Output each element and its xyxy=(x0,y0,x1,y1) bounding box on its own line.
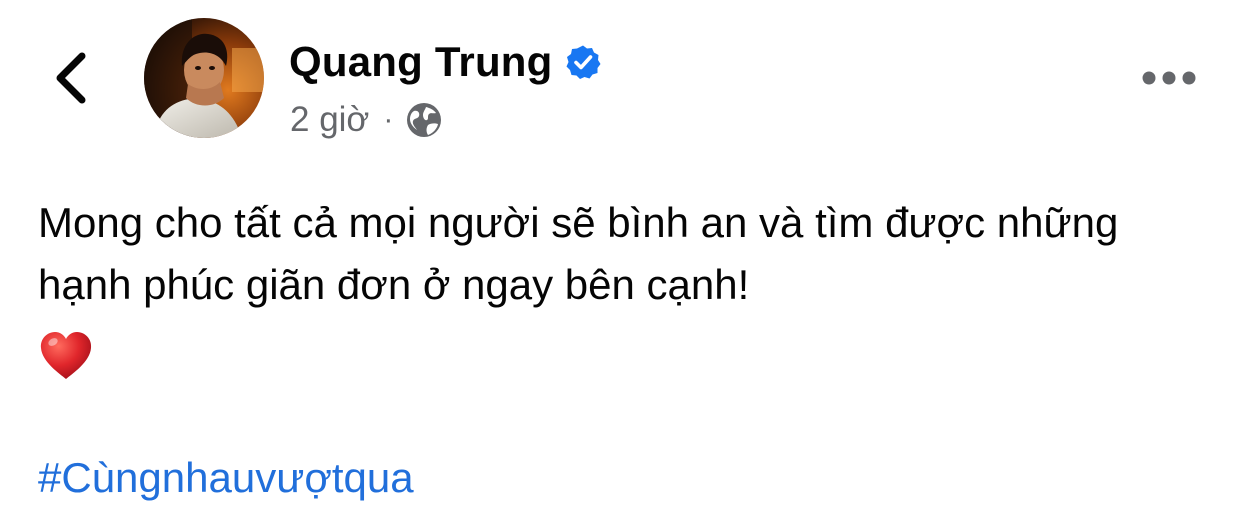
timestamp[interactable]: 2 giờ xyxy=(290,100,369,140)
avatar-photo xyxy=(144,18,264,138)
author-row: Quang Trung xyxy=(289,36,601,88)
more-options-button[interactable] xyxy=(1136,58,1202,98)
avatar[interactable] xyxy=(144,18,264,138)
meta-separator: · xyxy=(383,103,394,136)
post-text: Mong cho tất cả mọi người sẽ bình an và … xyxy=(38,192,1218,316)
post-meta: 2 giờ · xyxy=(290,98,443,142)
post-text-line: Mong cho tất cả mọi người sẽ bình an và … xyxy=(38,199,1119,246)
globe-icon[interactable] xyxy=(405,101,443,139)
chevron-left-icon xyxy=(56,52,86,104)
back-button[interactable] xyxy=(40,42,104,114)
post-screen: Quang Trung 2 giờ · Mong cho tất cả mọi … xyxy=(0,0,1242,532)
heart-emoji xyxy=(40,332,92,379)
hashtag-link[interactable]: #Cùngnhauvượtqua xyxy=(38,450,414,506)
post-text-line: hạnh phúc giãn đơn ở ngay bên cạnh! xyxy=(38,261,750,308)
author-name[interactable]: Quang Trung xyxy=(289,38,553,86)
more-horizontal-icon xyxy=(1142,71,1196,85)
verified-badge-icon xyxy=(566,45,601,79)
